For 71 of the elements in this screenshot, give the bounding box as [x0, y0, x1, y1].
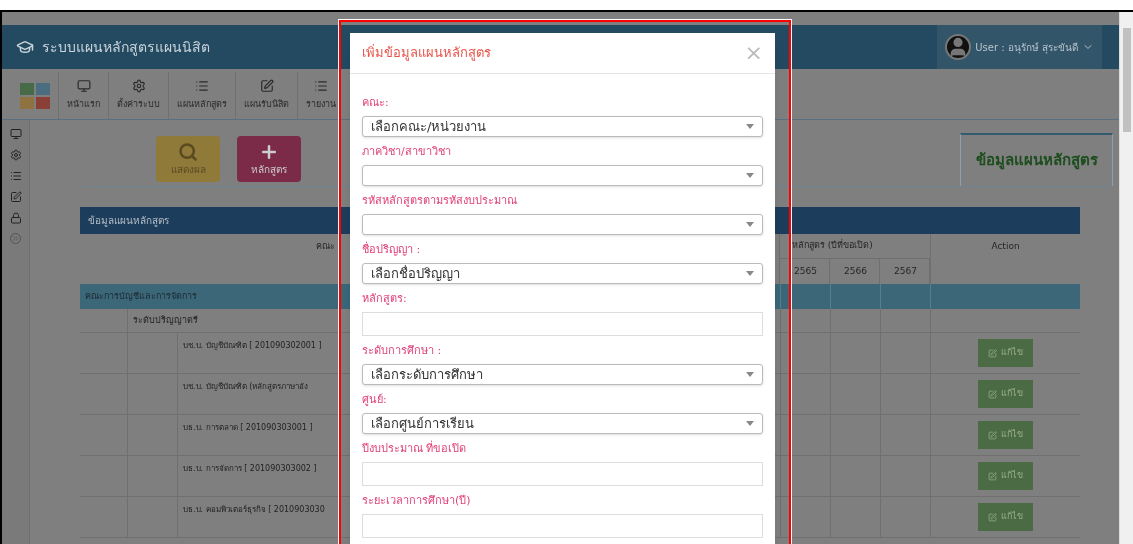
edit-icon: [988, 430, 997, 440]
toolbar-item[interactable]: ตั้งค่าระบบ: [108, 72, 168, 119]
toolbar-icon: [195, 79, 209, 94]
input-field[interactable]: [362, 514, 763, 538]
table-cell: บช.บ. บัญชีบัณฑิต (หลักสูตรภาษาอัง: [183, 381, 309, 393]
edit-button[interactable]: แก้ไข: [978, 339, 1033, 367]
toolbar-icon: [259, 79, 274, 94]
graduation-cap-icon: [16, 38, 34, 56]
app-title: ระบบแผนหลักสูตรแผนนิสิต: [42, 37, 210, 58]
close-button[interactable]: ×: [744, 42, 763, 64]
edit-icon: [988, 348, 997, 358]
select-field[interactable]: [362, 165, 763, 186]
field-label: รหัสหลักสูตรตามรหัสงบประมาณ: [362, 195, 518, 206]
edit-button[interactable]: แก้ไข: [978, 462, 1033, 490]
user-avatar-icon: [945, 34, 972, 60]
edit-button[interactable]: แก้ไข: [978, 380, 1033, 408]
sidebar-icon[interactable]: [9, 212, 22, 224]
table-cell-text: ระดับปริญญาตรี: [133, 313, 198, 327]
panel-tab[interactable]: ข้อมูลแผนหลักสูตร: [960, 133, 1113, 186]
sidebar-icon[interactable]: [9, 170, 22, 182]
toolbar-item[interactable]: แผนหลักสูตร: [168, 72, 235, 119]
caret-icon: [746, 173, 754, 178]
edit-button[interactable]: แก้ไข: [978, 421, 1033, 449]
column-header: 2566: [844, 264, 867, 278]
column-header: 2567: [894, 264, 917, 278]
sidebar-icon[interactable]: [9, 191, 22, 203]
toolbar-icon: [76, 79, 91, 94]
select-field[interactable]: เลือกชื่อปริญญา: [362, 263, 763, 284]
select-field[interactable]: เลือกศูนย์การเรียน: [362, 413, 763, 434]
caret-icon: [746, 271, 754, 276]
sidebar-icon[interactable]: [9, 149, 22, 161]
toolbar-icon: [131, 79, 146, 94]
toolbar-item[interactable]: รายงาน: [297, 72, 344, 119]
toolbar-item[interactable]: หน้าแรก: [58, 72, 108, 119]
select-field[interactable]: เลือกระดับการศึกษา: [362, 364, 763, 385]
input-field[interactable]: [362, 312, 763, 336]
caret-icon: [746, 372, 754, 377]
field-label: ระยะเวลาการศึกษา(ปี): [362, 495, 472, 506]
field-label: คณะ:: [362, 97, 390, 108]
modal-title: เพิ่มข้อมูลแผนหลักสูตร: [362, 43, 491, 63]
toolbar-item[interactable]: แผนรับนิสิต: [235, 72, 297, 119]
column-header: 2565: [794, 264, 817, 278]
column-header: Action: [991, 240, 1020, 253]
edit-icon: [988, 389, 997, 399]
field-label: ศูนย์:: [362, 394, 388, 405]
caret-icon: [746, 124, 754, 129]
sidebar-icon[interactable]: [9, 128, 22, 140]
edit-icon: [988, 512, 997, 522]
expand-icon[interactable]: [10, 233, 21, 244]
table-cell: บธ.บ. คอมพิวเตอร์ธุรกิจ [ 2010903030: [183, 504, 325, 516]
toolbar-icon: [314, 79, 328, 94]
table-cell: บธ.บ. การจัดการ [ 201090303002 ]: [183, 463, 317, 475]
action-button[interactable]: หลักสูตร: [237, 136, 301, 182]
user-menu[interactable]: User : อนุรักษ์ สุระขันดี: [937, 25, 1102, 69]
select-field[interactable]: [362, 214, 763, 235]
caret-icon: [746, 222, 754, 227]
search-icon: [178, 141, 198, 162]
caret-icon: [746, 421, 754, 426]
edit-icon: [988, 471, 997, 481]
column-header: หลักสูตร (ปีที่ขอเปิด): [791, 239, 873, 253]
table-cell: บช.บ. บัญชีบัณฑิต [ 201090302001 ]: [183, 340, 322, 352]
scrollbar[interactable]: [1119, 12, 1133, 544]
app-grid-logo[interactable]: [20, 83, 50, 109]
column-header: คณะ: [316, 240, 335, 253]
field-label: หลักสูตร:: [362, 293, 408, 304]
edit-button[interactable]: แก้ไข: [978, 503, 1033, 531]
field-label: ระดับการศึกษา :: [362, 345, 443, 356]
input-field[interactable]: [362, 462, 763, 486]
select-field[interactable]: เลือกคณะ/หน่วยงาน: [362, 116, 763, 137]
field-label: ภาควิชา/สาขาวิชา: [362, 146, 452, 157]
table-cell: บธ.บ. การตลาด [ 201090303001 ]: [183, 422, 313, 434]
